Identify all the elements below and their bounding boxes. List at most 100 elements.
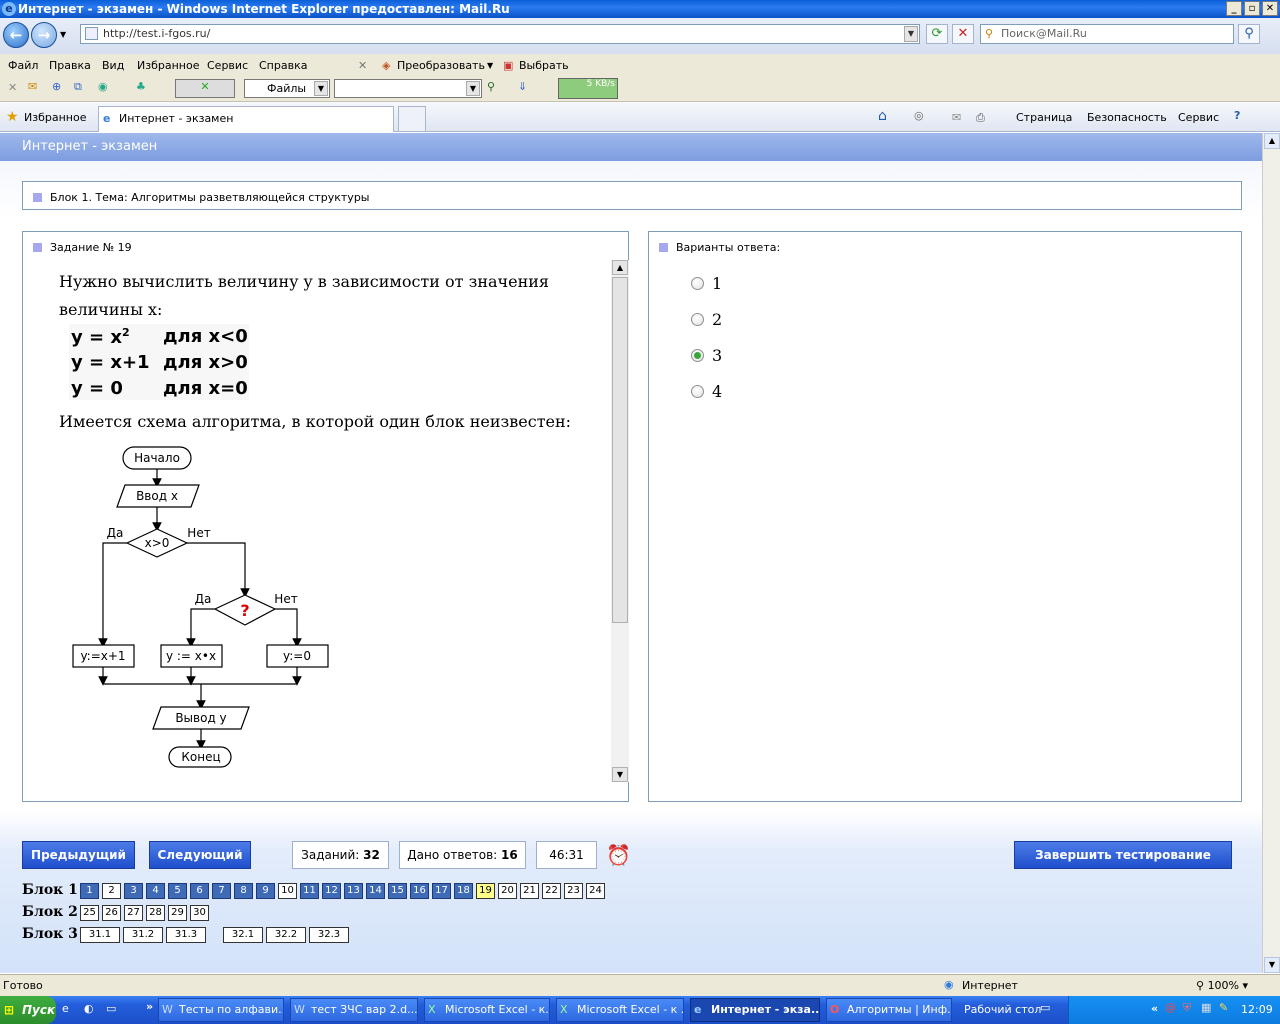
next-button[interactable]: Следующий — [149, 841, 251, 869]
question-nav-button[interactable]: 22 — [542, 883, 561, 899]
mailru-tray-icon[interactable]: @ — [1165, 1001, 1176, 1014]
quicklaunch-more-icon[interactable]: » — [146, 1000, 153, 1013]
refresh-button[interactable]: ⟳ — [926, 24, 948, 44]
page-scroll-up-icon[interactable]: ▲ — [1264, 133, 1280, 149]
question-nav-button[interactable]: 11 — [300, 883, 319, 899]
radio-button[interactable] — [691, 313, 704, 326]
question-nav-button[interactable]: 13 — [344, 883, 363, 899]
toolbar-search-dropdown-icon[interactable]: ▼ — [466, 81, 480, 96]
agent-icon[interactable]: ♣ — [136, 80, 146, 93]
quicklaunch-folder-icon[interactable]: ▭ — [106, 1002, 116, 1015]
question-nav-button[interactable]: 25 — [80, 905, 99, 921]
question-nav-button[interactable]: 18 — [454, 883, 473, 899]
question-nav-button[interactable]: 5 — [168, 883, 187, 899]
answer-option-1[interactable]: 1 — [691, 274, 722, 293]
scroll-up-icon[interactable]: ▲ — [612, 260, 628, 275]
question-nav-button[interactable]: 32.3 — [309, 927, 349, 943]
menu-tools[interactable]: Сервис — [207, 59, 248, 72]
close-toolbar-icon[interactable]: ✕ — [358, 59, 367, 72]
question-nav-button[interactable]: 16 — [410, 883, 429, 899]
scroll-down-icon[interactable]: ▼ — [612, 767, 628, 782]
download-icon[interactable]: ⇓ — [518, 80, 527, 93]
question-nav-button[interactable]: 1 — [80, 883, 99, 899]
print-icon[interactable]: ⎙ — [976, 111, 985, 125]
question-nav-button[interactable]: 23 — [564, 883, 583, 899]
scroll-thumb[interactable] — [612, 277, 628, 623]
desktop-folder-icon[interactable]: ▭ — [1040, 1001, 1050, 1014]
toolbar-close-icon[interactable]: ✕ — [8, 81, 17, 94]
back-button[interactable]: ← — [3, 22, 29, 48]
favorites-star-icon[interactable]: ★ — [6, 109, 19, 125]
zoom-button[interactable]: ⚲ 100% ▾ — [1196, 979, 1248, 992]
globe-icon[interactable]: ◉ — [98, 80, 108, 93]
new-tab-button[interactable] — [398, 106, 426, 132]
question-nav-button[interactable]: 32.1 — [223, 927, 263, 943]
task-word-2[interactable]: Wтест ЗЧС вар 2.d... — [290, 998, 418, 1022]
toolbar-search-icon[interactable]: ⚲ — [487, 80, 495, 93]
favorites-button[interactable]: Избранное — [24, 111, 86, 124]
minimize-button[interactable]: _ — [1226, 1, 1242, 16]
question-nav-button[interactable]: 20 — [498, 883, 517, 899]
page-scrollbar[interactable]: ▲ ▼ — [1262, 133, 1280, 973]
address-dropdown-icon[interactable]: ▼ — [904, 26, 918, 42]
safety-menu[interactable]: Безопасность — [1087, 111, 1167, 124]
task-excel-1[interactable]: X Microsoft Excel - к... — [424, 998, 550, 1022]
mail-icon[interactable]: ✉ — [28, 80, 37, 93]
tab-exam[interactable]: e Интернет - экзамен — [98, 106, 394, 132]
question-nav-button[interactable]: 15 — [388, 883, 407, 899]
menu-favorites[interactable]: Избранное — [137, 59, 199, 72]
prev-button[interactable]: Предыдущий — [22, 841, 135, 869]
convert-dropdown-icon[interactable]: ▼ — [487, 61, 493, 70]
answer-option-3[interactable]: 3 — [691, 346, 722, 365]
question-scrollbar[interactable]: ▲ ▼ — [611, 260, 629, 782]
radio-button[interactable] — [691, 277, 704, 290]
radio-button[interactable] — [691, 385, 704, 398]
question-nav-button[interactable]: 17 — [432, 883, 451, 899]
history-dropdown-icon[interactable]: ▼ — [60, 30, 66, 39]
question-nav-button[interactable]: 7 — [212, 883, 231, 899]
help-icon[interactable]: ? — [1234, 109, 1240, 122]
address-input[interactable]: http://test.i-fgos.ru/ ▼ — [80, 24, 920, 44]
question-nav-button[interactable]: 32.2 — [266, 927, 306, 943]
question-nav-button[interactable]: 24 — [586, 883, 605, 899]
question-nav-button[interactable]: 12 — [322, 883, 341, 899]
question-nav-button[interactable]: 31.3 — [166, 927, 206, 943]
windows-icon[interactable]: ⧉ — [74, 80, 82, 94]
page-menu[interactable]: Страница — [1016, 111, 1072, 124]
question-nav-button[interactable]: 27 — [124, 905, 143, 921]
question-nav-button[interactable]: 3 — [124, 883, 143, 899]
stop-button[interactable]: ✕ — [952, 24, 974, 44]
page-scroll-down-icon[interactable]: ▼ — [1264, 957, 1280, 973]
network-tray-icon[interactable]: ▦ — [1201, 1001, 1211, 1014]
task-opera[interactable]: O Алгоритмы | Инф... — [826, 998, 952, 1022]
start-button[interactable]: ⊞ Пуск — [0, 996, 56, 1024]
menu-edit[interactable]: Правка — [49, 59, 91, 72]
files-dropdown[interactable]: Файлы ▼ — [244, 79, 330, 98]
question-nav-button[interactable]: 10 — [278, 883, 297, 899]
quicklaunch-icon[interactable]: ◐ — [84, 1002, 94, 1015]
question-nav-button[interactable]: 4 — [146, 883, 165, 899]
question-nav-button[interactable]: 8 — [234, 883, 253, 899]
select-button[interactable]: Выбрать — [519, 59, 569, 72]
files-dropdown-icon[interactable]: ▼ — [314, 81, 328, 96]
question-nav-button[interactable]: 2 — [102, 883, 121, 899]
search-input[interactable]: ⚲ Поиск@Mail.Ru — [980, 24, 1234, 44]
close-button[interactable]: ✕ — [1262, 1, 1278, 16]
menu-file[interactable]: Файл — [8, 59, 38, 72]
question-nav-button[interactable]: 9 — [256, 883, 275, 899]
menu-help[interactable]: Справка — [259, 59, 307, 72]
question-nav-button[interactable]: 28 — [146, 905, 165, 921]
question-nav-button[interactable]: 6 — [190, 883, 209, 899]
tools-menu[interactable]: Сервис — [1178, 111, 1219, 124]
task-ie[interactable]: e Интернет - экза... — [690, 998, 820, 1022]
antivirus-tray-icon[interactable]: ⛨ — [1183, 1001, 1191, 1015]
add-icon[interactable]: ⊕ — [52, 80, 61, 93]
home-icon[interactable]: ⌂ — [878, 108, 887, 124]
games-button[interactable]: ✕ — [175, 79, 235, 98]
finish-test-button[interactable]: Завершить тестирование — [1014, 841, 1232, 869]
question-nav-button[interactable]: 31.2 — [123, 927, 163, 943]
question-nav-button[interactable]: 21 — [520, 883, 539, 899]
task-word-1[interactable]: W Тесты по алфави... — [158, 998, 284, 1022]
desktop-toolbar-label[interactable]: Рабочий стол — [964, 1003, 1041, 1016]
task-excel-2[interactable]: X Microsoft Excel - к ... — [556, 998, 684, 1022]
